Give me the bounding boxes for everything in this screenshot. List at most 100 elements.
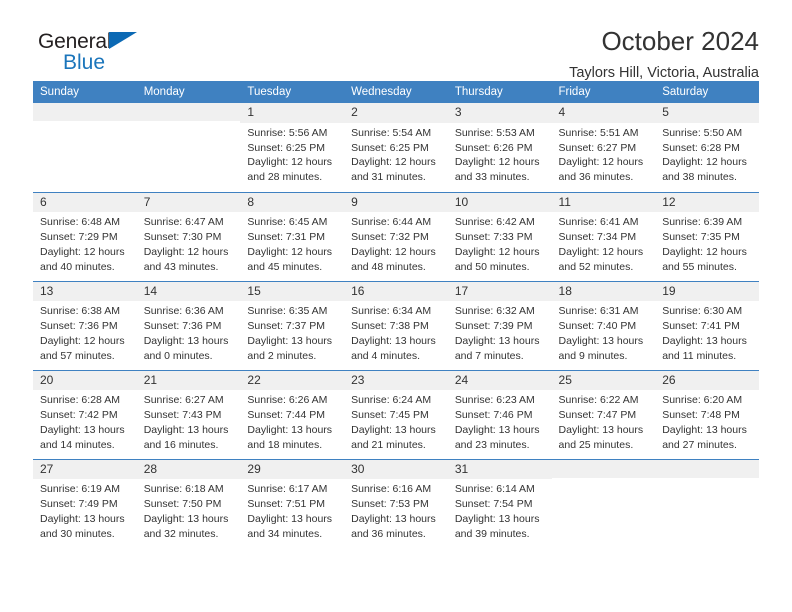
sunset-text: Sunset: 7:50 PM: [143, 498, 222, 510]
calendar-day-cell[interactable]: 23 Sunrise: 6:24 AM Sunset: 7:45 PM Dayligh…: [344, 370, 448, 460]
calendar-day-cell[interactable]: 17 Sunrise: 6:32 AM Sunset: 7:39 PM Dayligh…: [447, 281, 552, 371]
sunrise-text: Sunrise: 6:34 AM: [351, 305, 432, 318]
daylight-text: Daylight: 13 hours and 25 minutes.: [558, 423, 644, 451]
day-sun-info: Sunrise: 6:44 AM Sunset: 7:32 PM Daylight:…: [344, 212, 448, 275]
sunset-text: Sunset: 7:41 PM: [662, 320, 740, 332]
day-cell-inner: 25 Sunrise: 6:22 AM Sunset: 7:47 PM Dayligh…: [551, 370, 656, 459]
calendar-day-cell[interactable]: 10 Sunrise: 6:42 AM Sunset: 7:33 PM Dayligh…: [447, 192, 552, 282]
sunrise-text: Sunrise: 6:19 AM: [40, 483, 120, 496]
sunrise-text: Sunrise: 6:42 AM: [454, 216, 535, 229]
calendar-day-cell[interactable]: 24 Sunrise: 6:23 AM Sunset: 7:46 PM Dayligh…: [447, 370, 552, 460]
daylight-text: Daylight: 12 hours and 55 minutes.: [662, 245, 747, 273]
day-cell-inner: 5 Sunrise: 5:50 AM Sunset: 6:28 PM Daylight…: [655, 103, 759, 192]
calendar-day-cell[interactable]: 18 Sunrise: 6:31 AM Sunset: 7:40 PM Dayligh…: [551, 281, 656, 371]
calendar-day-cell[interactable]: 19 Sunrise: 6:30 AM Sunset: 7:41 PM Dayligh…: [655, 281, 759, 371]
calendar-day-cell[interactable]: 13 Sunrise: 6:38 AM Sunset: 7:36 PM Dayligh…: [33, 281, 137, 371]
generalblue-logo[interactable]: General Blue: [33, 26, 158, 78]
day-number: 7: [136, 192, 241, 213]
daylight-text: Daylight: 13 hours and 9 minutes.: [558, 334, 644, 362]
calendar-day-cell[interactable]: 20 Sunrise: 6:28 AM Sunset: 7:42 PM Dayligh…: [33, 370, 137, 460]
calendar-day-cell[interactable]: 22 Sunrise: 6:26 AM Sunset: 7:44 PM Dayligh…: [240, 370, 345, 460]
sunset-text: Sunset: 6:28 PM: [662, 141, 740, 154]
day-sun-info: Sunrise: 6:36 AM Sunset: 7:36 PM Daylight:…: [137, 301, 241, 364]
calendar-day-cell[interactable]: 5 Sunrise: 5:50 AM Sunset: 6:28 PM Daylight…: [655, 103, 759, 193]
day-number: 20: [33, 370, 137, 391]
calendar-week-row: 27 Sunrise: 6:19 AM Sunset: 7:49 PM Dayligh…: [33, 459, 759, 548]
calendar-day-cell[interactable]: 14 Sunrise: 6:36 AM Sunset: 7:36 PM Dayligh…: [136, 281, 241, 371]
day-number: [655, 459, 759, 478]
day-sun-info: Sunrise: 6:31 AM Sunset: 7:40 PM Daylight:…: [552, 301, 656, 364]
day-cell-inner: 9 Sunrise: 6:44 AM Sunset: 7:32 PM Daylight…: [344, 192, 448, 281]
calendar-day-cell[interactable]: 3 Sunrise: 5:53 AM Sunset: 6:26 PM Daylight…: [447, 103, 552, 193]
calendar-day-cell[interactable]: 29 Sunrise: 6:17 AM Sunset: 7:51 PM Dayligh…: [240, 459, 345, 548]
weekday-header-sunday: Sunday: [33, 81, 137, 103]
sunrise-text: Sunrise: 6:45 AM: [247, 216, 328, 229]
sunset-text: Sunset: 7:51 PM: [247, 498, 326, 510]
day-number: 17: [447, 281, 552, 302]
weekday-header-wednesday: Wednesday: [344, 81, 448, 103]
calendar-body: 1 Sunrise: 5:56 AM Sunset: 6:25 PM Daylight…: [33, 103, 759, 548]
calendar-day-cell[interactable]: 21 Sunrise: 6:27 AM Sunset: 7:43 PM Dayligh…: [136, 370, 241, 460]
day-sun-info: Sunrise: 6:20 AM Sunset: 7:48 PM Daylight:…: [655, 390, 759, 453]
day-cell-inner: 4 Sunrise: 5:51 AM Sunset: 6:27 PM Daylight…: [551, 103, 656, 192]
logo-triangle-icon: [109, 32, 137, 49]
daylight-text: Daylight: 12 hours and 50 minutes.: [454, 245, 540, 273]
weekday-header-saturday: Saturday: [655, 81, 759, 103]
calendar-day-cell[interactable]: 12 Sunrise: 6:39 AM Sunset: 7:35 PM Dayligh…: [655, 192, 759, 282]
daylight-text: Daylight: 13 hours and 39 minutes.: [454, 512, 540, 540]
calendar-day-cell[interactable]: 9 Sunrise: 6:44 AM Sunset: 7:32 PM Daylight…: [344, 192, 448, 282]
daylight-text: Daylight: 13 hours and 34 minutes.: [247, 512, 333, 540]
title-block: October 2024 Taylors Hill, Victoria, Aus…: [569, 26, 759, 82]
calendar-day-cell[interactable]: 16 Sunrise: 6:34 AM Sunset: 7:38 PM Dayligh…: [344, 281, 448, 371]
logo-text-general: General: [38, 30, 112, 53]
calendar-day-cell[interactable]: 1 Sunrise: 5:56 AM Sunset: 6:25 PM Daylight…: [240, 103, 345, 193]
day-cell-inner: 6 Sunrise: 6:48 AM Sunset: 7:29 PM Daylight…: [33, 192, 137, 281]
calendar-day-cell-empty: [136, 103, 241, 193]
day-number: 22: [240, 370, 345, 391]
day-sun-info: Sunrise: 5:53 AM Sunset: 6:26 PM Daylight:…: [448, 123, 552, 186]
calendar-day-cell[interactable]: 28 Sunrise: 6:18 AM Sunset: 7:50 PM Dayligh…: [136, 459, 241, 548]
calendar-day-cell[interactable]: 25 Sunrise: 6:22 AM Sunset: 7:47 PM Dayligh…: [551, 370, 656, 460]
calendar-day-cell[interactable]: 4 Sunrise: 5:51 AM Sunset: 6:27 PM Daylight…: [551, 103, 656, 193]
day-number: 18: [551, 281, 656, 302]
calendar-day-cell[interactable]: 15 Sunrise: 6:35 AM Sunset: 7:37 PM Dayligh…: [240, 281, 345, 371]
sunset-text: Sunset: 7:45 PM: [351, 409, 429, 421]
day-cell-inner: 8 Sunrise: 6:45 AM Sunset: 7:31 PM Daylight…: [240, 192, 345, 281]
day-cell-inner: 12 Sunrise: 6:39 AM Sunset: 7:35 PM Dayligh…: [655, 192, 759, 281]
day-number: 31: [447, 459, 552, 480]
sunset-text: Sunset: 6:26 PM: [454, 141, 533, 154]
day-cell-inner: 21 Sunrise: 6:27 AM Sunset: 7:43 PM Dayligh…: [136, 370, 241, 459]
day-cell-inner: 26 Sunrise: 6:20 AM Sunset: 7:48 PM Dayligh…: [655, 370, 759, 459]
sunset-text: Sunset: 7:46 PM: [454, 409, 533, 421]
sunset-text: Sunset: 7:54 PM: [454, 498, 533, 510]
calendar-day-cell[interactable]: 31 Sunrise: 6:14 AM Sunset: 7:54 PM Dayligh…: [447, 459, 552, 548]
calendar-day-cell[interactable]: 6 Sunrise: 6:48 AM Sunset: 7:29 PM Daylight…: [33, 192, 137, 282]
sunset-text: Sunset: 6:25 PM: [247, 141, 326, 154]
sunset-text: Sunset: 7:44 PM: [247, 409, 326, 421]
daylight-text: Daylight: 13 hours and 18 minutes.: [247, 423, 333, 451]
calendar-day-cell[interactable]: 30 Sunrise: 6:16 AM Sunset: 7:53 PM Dayligh…: [344, 459, 448, 548]
day-number: 9: [344, 192, 448, 213]
day-sun-info: Sunrise: 6:24 AM Sunset: 7:45 PM Daylight:…: [344, 390, 448, 453]
calendar-day-cell[interactable]: 7 Sunrise: 6:47 AM Sunset: 7:30 PM Daylight…: [136, 192, 241, 282]
calendar-day-cell[interactable]: 8 Sunrise: 6:45 AM Sunset: 7:31 PM Daylight…: [240, 192, 345, 282]
calendar-day-cell[interactable]: 27 Sunrise: 6:19 AM Sunset: 7:49 PM Dayligh…: [33, 459, 137, 548]
calendar-day-cell[interactable]: 11 Sunrise: 6:41 AM Sunset: 7:34 PM Dayligh…: [551, 192, 656, 282]
sunrise-text: Sunrise: 6:22 AM: [558, 394, 639, 407]
calendar-page: General Blue October 2024 Taylors Hill, …: [0, 0, 792, 612]
sunrise-text: Sunrise: 5:54 AM: [351, 126, 432, 139]
day-number: 26: [655, 370, 759, 391]
calendar-day-cell[interactable]: 2 Sunrise: 5:54 AM Sunset: 6:25 PM Daylight…: [344, 103, 448, 193]
day-number: 10: [447, 192, 552, 213]
daylight-text: Daylight: 12 hours and 57 minutes.: [40, 334, 125, 362]
calendar-day-cell[interactable]: 26 Sunrise: 6:20 AM Sunset: 7:48 PM Dayligh…: [655, 370, 759, 460]
day-sun-info: Sunrise: 5:56 AM Sunset: 6:25 PM Daylight:…: [240, 123, 344, 186]
day-cell-inner: 18 Sunrise: 6:31 AM Sunset: 7:40 PM Dayligh…: [551, 281, 656, 370]
day-cell-inner: 14 Sunrise: 6:36 AM Sunset: 7:36 PM Dayligh…: [136, 281, 241, 370]
day-number: [136, 103, 241, 121]
sunrise-text: Sunrise: 6:14 AM: [454, 483, 535, 496]
sunset-text: Sunset: 7:34 PM: [558, 231, 637, 243]
day-number: 3: [447, 103, 552, 123]
sunrise-text: Sunrise: 6:39 AM: [662, 216, 743, 229]
daylight-text: Daylight: 13 hours and 36 minutes.: [351, 512, 436, 540]
